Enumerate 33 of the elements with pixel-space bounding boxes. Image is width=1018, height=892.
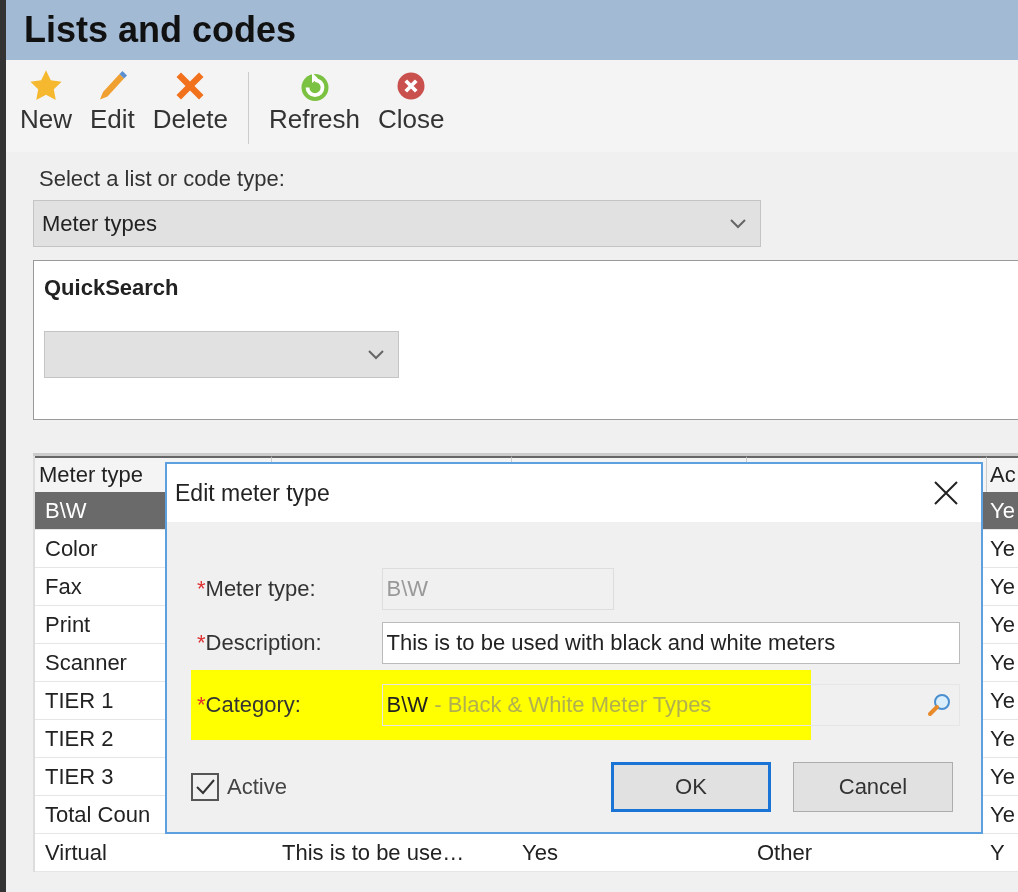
close-icon	[933, 480, 959, 506]
table-cell: Ye	[987, 758, 1018, 796]
table-cell: Ye	[987, 644, 1018, 682]
category-field[interactable]: B\W - Black & White Meter Types	[381, 684, 960, 726]
table-cell: Other	[757, 839, 813, 866]
chevron-icon	[366, 348, 386, 361]
required-mark: *	[196, 576, 206, 602]
column-header[interactable]: Ac	[987, 456, 1018, 492]
table-cell: Y	[987, 834, 1018, 872]
required-mark: *	[196, 692, 206, 718]
table-cell: Ye	[987, 720, 1018, 758]
toolbar-button[interactable]: Close	[372, 60, 451, 135]
search-icon	[926, 692, 953, 718]
table-cell: Ye	[987, 606, 1018, 644]
cancel-button[interactable]: Cancel	[793, 762, 953, 812]
ok-button[interactable]: OK	[611, 762, 771, 812]
table-cell: This is to be use…	[282, 839, 465, 866]
table-cell: Ye	[987, 530, 1018, 568]
toolbar-button[interactable]: New	[14, 60, 78, 135]
toolbar-button[interactable]: Refresh	[263, 60, 367, 135]
field-label: Select a list or code type:	[39, 166, 286, 193]
list-type-dropdown[interactable]: Meter types	[33, 200, 761, 247]
table-cell: Ye	[987, 682, 1018, 720]
table-cell: Yes	[522, 839, 558, 866]
table-cell: Ye	[987, 568, 1018, 606]
chevron-icon	[728, 217, 748, 230]
panel-title: QuickSearch	[44, 275, 180, 301]
description-field[interactable]: This is to be used with black and white meters	[381, 622, 960, 664]
table-cell: Ye	[987, 492, 1018, 530]
table-cell: Ye	[987, 796, 1018, 834]
toolbar-button[interactable]: Delete	[146, 60, 234, 135]
window-title: Lists and codes	[24, 9, 297, 51]
toolbar-button[interactable]: Edit	[84, 60, 141, 135]
